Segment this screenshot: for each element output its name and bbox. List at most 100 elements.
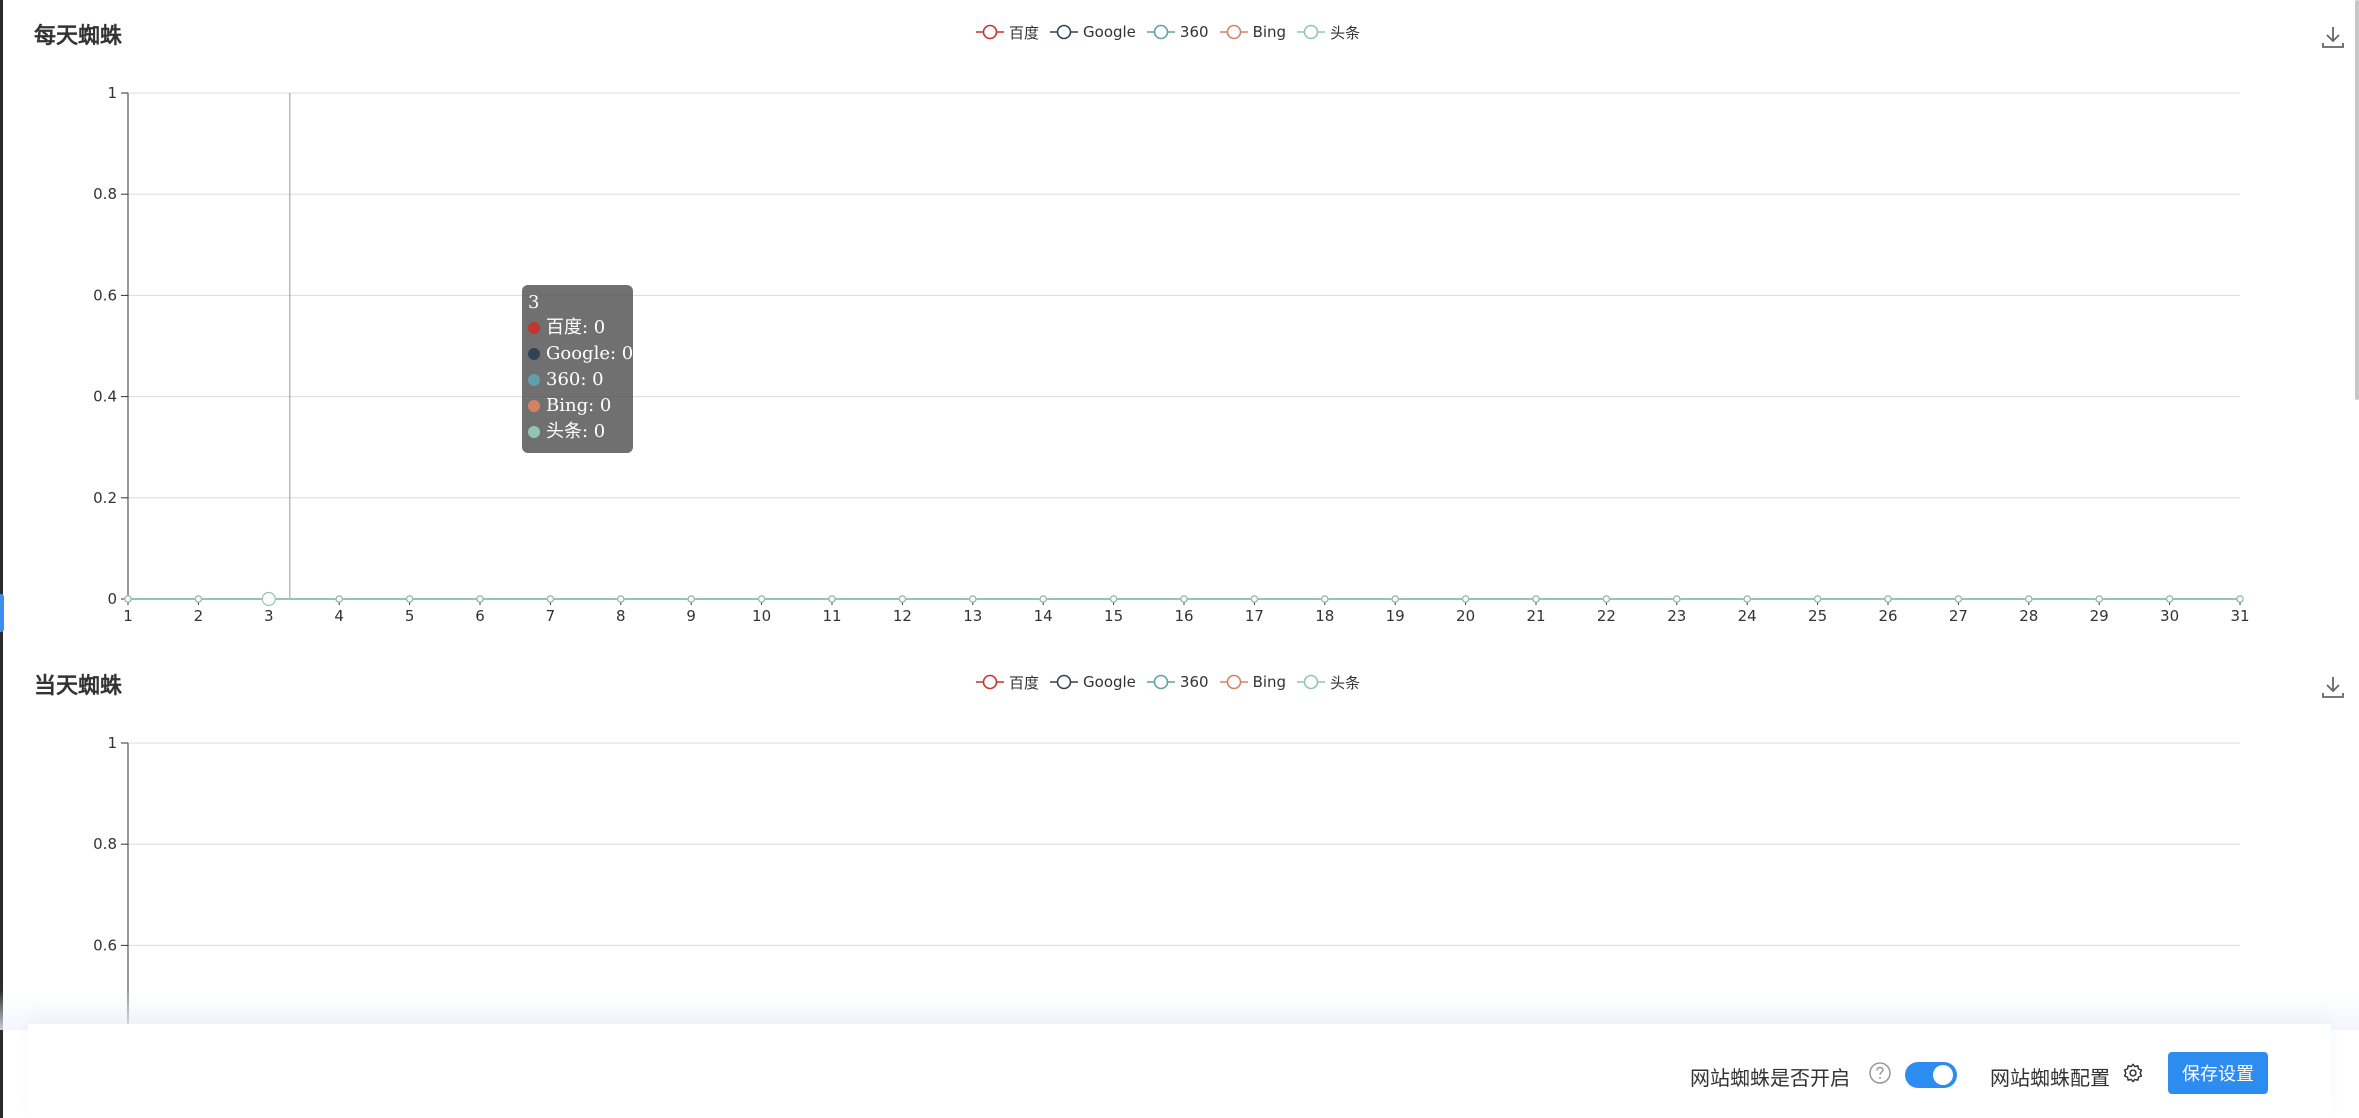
page-scrollbar[interactable] [2355, 0, 2359, 400]
tooltip-row-text: Google: 0 [546, 343, 634, 364]
data-point [1250, 595, 1259, 603]
legend-label: Google [1083, 23, 1136, 41]
x-tick-label: 4 [334, 607, 344, 625]
legend-item[interactable]: 头条 [1296, 22, 1360, 43]
data-point [1109, 595, 1118, 603]
y-tick-label: 0 [107, 590, 117, 608]
spider-enabled-toggle[interactable] [1905, 1062, 1957, 1088]
settings-footer: 网站蜘蛛是否开启 网站蜘蛛配置 保存设置 [28, 1024, 2331, 1118]
save-settings-button[interactable]: 保存设置 [2168, 1052, 2268, 1094]
download-icon[interactable] [2320, 24, 2346, 50]
x-tick-label: 26 [1878, 607, 1897, 625]
legend-item[interactable]: 360 [1146, 673, 1209, 691]
legend-item[interactable]: 百度 [975, 672, 1039, 693]
data-point [1532, 595, 1540, 603]
data-point [1180, 595, 1188, 603]
toggle-knob [1933, 1065, 1953, 1085]
y-tick-label: 0.4 [93, 388, 117, 406]
legend-label: 360 [1179, 673, 1209, 691]
legend-label: 百度 [1009, 23, 1040, 42]
daily-spider-chart: 00.20.40.60.811 2 3 4 5 6 7 8 9 10 11 12 13 14 15 16 17 1… [93, 84, 2249, 625]
legend-marker [1146, 24, 1175, 40]
legend-marker [1146, 674, 1175, 690]
data-point [1954, 595, 1963, 603]
legend-circle [1226, 24, 1241, 40]
data-point [1813, 595, 1822, 603]
legend-circle [982, 674, 998, 690]
x-tick-label: 1 [123, 607, 133, 625]
legend-marker [1297, 24, 1326, 40]
legend-circle [1153, 674, 1169, 690]
series-dot [528, 348, 540, 360]
legend-item[interactable]: Bing [1219, 673, 1287, 691]
x-tick-label: 6 [475, 607, 485, 625]
data-point [1039, 595, 1047, 603]
x-tick-label: 19 [1386, 607, 1405, 625]
tooltip-row-360: 360: 0 [528, 367, 627, 393]
y-tick-label: 0.6 [93, 286, 117, 304]
x-tick-label: 14 [1034, 607, 1053, 625]
gear-icon[interactable] [2122, 1062, 2144, 1084]
y-tick-label: 0.8 [93, 835, 117, 853]
data-point [2236, 595, 2244, 603]
legend-item[interactable]: 360 [1146, 23, 1209, 41]
x-tick-label: 20 [1456, 607, 1475, 625]
data-point [828, 595, 836, 603]
legend-marker [1050, 24, 1079, 40]
legend-item[interactable]: Google [1049, 23, 1136, 41]
x-tick-label: 3 [264, 607, 274, 625]
x-tick-label: 15 [1104, 607, 1123, 625]
data-point [1673, 595, 1681, 603]
tooltip-title: 3 [528, 292, 540, 313]
panel-title: 每天蜘蛛 [34, 24, 123, 49]
x-tick-label: 25 [1808, 607, 1827, 625]
legend-item[interactable]: 百度 [975, 22, 1039, 43]
data-point [406, 595, 414, 603]
x-tick-label: 22 [1597, 607, 1616, 625]
x-tick-label: 17 [1245, 607, 1264, 625]
series-dot [528, 374, 540, 386]
x-tick-label: 12 [893, 607, 912, 625]
tooltip-row-google: Google: 0 [528, 341, 633, 367]
x-tick-label: 9 [686, 607, 696, 625]
x-tick-label: 24 [1738, 607, 1757, 625]
x-tick-label: 27 [1949, 607, 1968, 625]
legend-label: 头条 [1330, 23, 1361, 42]
y-tick-label: 0.2 [93, 489, 117, 507]
tooltip-row-text: 头条: 0 [546, 421, 606, 442]
tooltip-row-text: 360: 0 [546, 369, 604, 390]
data-point [898, 595, 907, 603]
help-icon[interactable] [1868, 1061, 1892, 1085]
data-point [2166, 595, 2174, 603]
series-dot [528, 426, 540, 438]
x-tick-label: 10 [752, 607, 771, 625]
tooltip-row-bing: Bing: 0 [528, 393, 627, 419]
legend-marker [1297, 674, 1326, 690]
legend-item[interactable]: Google [1049, 673, 1136, 691]
x-tick-label: 30 [2160, 607, 2179, 625]
legend-marker [1050, 674, 1079, 690]
window-left-edge [0, 0, 3, 1118]
x-tick-label: 28 [2019, 607, 2038, 625]
sidebar-collapse-handle[interactable] [0, 594, 4, 632]
data-point [969, 595, 977, 603]
x-tick-label: 13 [963, 607, 982, 625]
download-icon[interactable] [2320, 674, 2346, 700]
legend-label: Bing [1252, 673, 1287, 691]
data-point [194, 595, 202, 603]
data-point [1461, 595, 1470, 603]
legend-circle [1303, 674, 1319, 690]
legend-item[interactable]: 头条 [1296, 672, 1360, 693]
legend-item[interactable]: Bing [1219, 23, 1287, 41]
data-point [124, 595, 132, 603]
legend-label: Bing [1252, 23, 1287, 41]
data-point [546, 595, 555, 603]
y-tick-label: 1 [107, 84, 117, 102]
data-point [757, 595, 766, 603]
x-tick-label: 11 [822, 607, 841, 625]
data-point [1743, 595, 1751, 603]
spider-config-link[interactable]: 网站蜘蛛配置 [1990, 1062, 2110, 1091]
legend-circle [982, 24, 998, 40]
legend-label: 360 [1179, 23, 1209, 41]
data-point [335, 595, 343, 603]
